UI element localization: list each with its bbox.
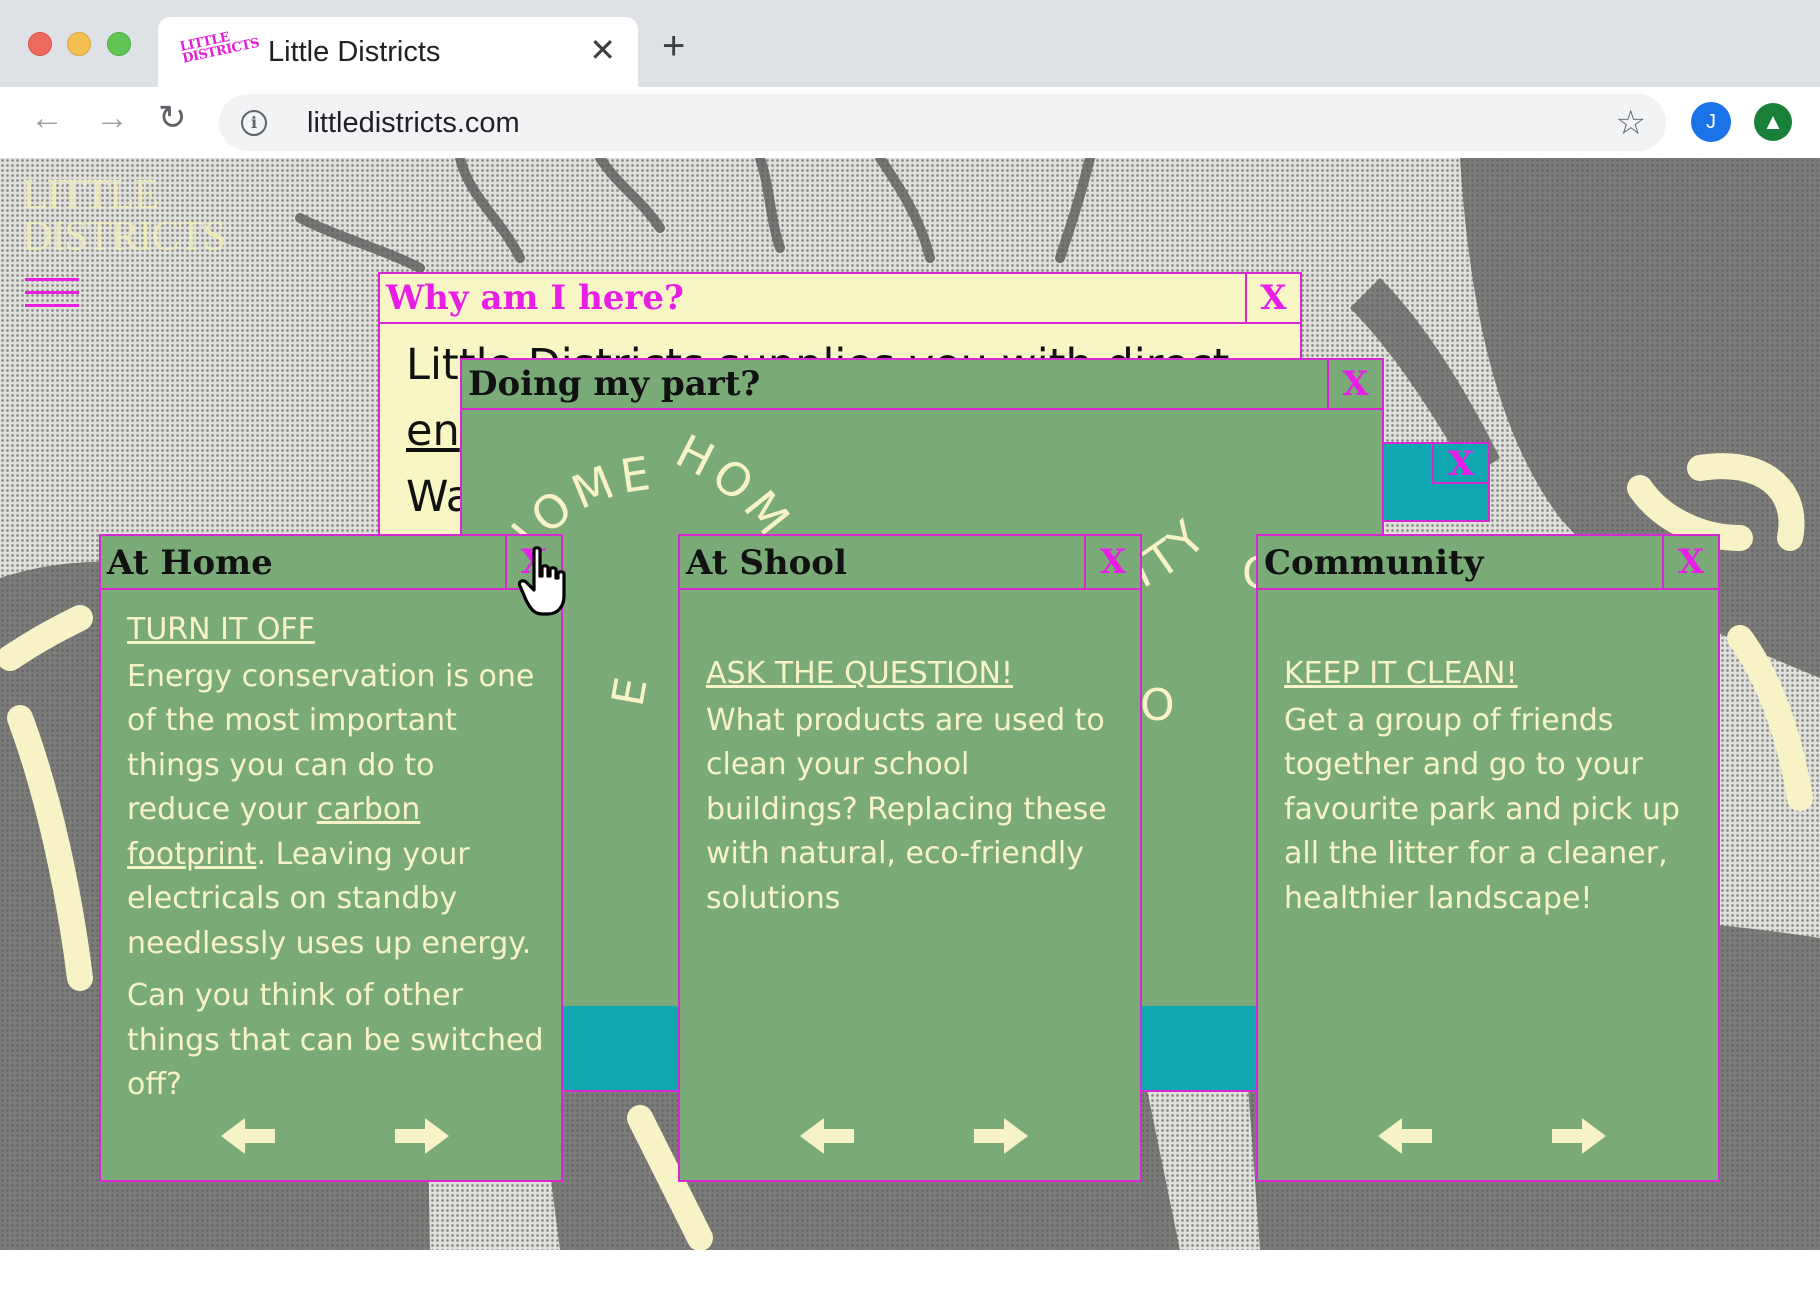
back-arrow-icon[interactable]: ←: [30, 101, 64, 135]
arc-letter-o: O: [1140, 680, 1175, 731]
profile-avatar[interactable]: J: [1691, 102, 1731, 142]
previous-arrow-icon[interactable]: [221, 1118, 275, 1154]
maximize-window-button[interactable]: [107, 32, 131, 56]
community-titlebar[interactable]: Community X: [1258, 536, 1718, 590]
site-favicon-icon: LITTLE DISTRICTS: [178, 29, 261, 67]
svg-text:HOM: HOM: [667, 424, 804, 550]
doing-window-close-button[interactable]: X: [1327, 360, 1382, 408]
at-home-body: TURN IT OFF Energy conservation is one o…: [127, 608, 547, 1108]
at-school-title: At Shool: [686, 543, 847, 583]
close-window-button[interactable]: [28, 32, 52, 56]
hamburger-menu-icon[interactable]: [25, 276, 79, 310]
community-text: Get a group of friends together and go t…: [1284, 702, 1680, 916]
community-heading[interactable]: KEEP IT CLEAN!: [1284, 652, 1704, 697]
next-arrow-icon[interactable]: [395, 1118, 449, 1154]
at-school-card: At Shool X ASK THE QUESTION! What produc…: [678, 534, 1142, 1182]
bookmark-star-icon[interactable]: ☆: [1616, 103, 1646, 143]
new-tab-button[interactable]: +: [662, 26, 685, 66]
why-window-close-button[interactable]: X: [1245, 274, 1300, 322]
at-school-text: What products are used to clean your sch…: [706, 702, 1107, 916]
doing-window-titlebar[interactable]: Doing my part? X: [462, 360, 1382, 410]
community-body: KEEP IT CLEAN! Get a group of friends to…: [1284, 652, 1704, 921]
why-window-titlebar[interactable]: Why am I here? X: [380, 274, 1300, 324]
site-logo-line-1: LITTLE: [22, 172, 159, 218]
previous-arrow-icon[interactable]: [800, 1118, 854, 1154]
previous-arrow-icon[interactable]: [1378, 1118, 1432, 1154]
teal-strip-right: [1142, 1006, 1256, 1090]
community-close-button[interactable]: X: [1662, 536, 1718, 588]
at-home-heading[interactable]: TURN IT OFF: [127, 608, 547, 653]
hidden-window-close-button[interactable]: X: [1432, 444, 1488, 484]
why-window-title: Why am I here?: [386, 278, 684, 318]
hand-pointer-cursor-icon: [518, 546, 566, 616]
arc-letter-e: E: [603, 674, 658, 710]
at-school-body: ASK THE QUESTION! What products are used…: [706, 652, 1126, 921]
url-text[interactable]: littledistricts.com: [307, 107, 520, 140]
browser-tab[interactable]: LITTLE DISTRICTS Little Districts ✕: [158, 17, 638, 87]
hidden-window: X: [1380, 442, 1490, 522]
at-home-card: At Home X TURN IT OFF Energy conservatio…: [99, 534, 563, 1182]
at-home-titlebar[interactable]: At Home X: [101, 536, 561, 590]
next-arrow-icon[interactable]: [974, 1118, 1028, 1154]
extension-icon[interactable]: ▲: [1754, 103, 1792, 141]
at-home-text: Energy conservation is one of the most i…: [127, 655, 547, 967]
tab-close-icon[interactable]: ✕: [589, 31, 616, 69]
browser-tab-bar: LITTLE DISTRICTS Little Districts ✕ +: [0, 0, 1820, 87]
minimize-window-button[interactable]: [67, 32, 91, 56]
at-home-question: Can you think of other things that can b…: [127, 978, 544, 1102]
reload-icon[interactable]: ↻: [158, 101, 187, 135]
doing-window-title: Doing my part?: [468, 364, 761, 404]
at-school-heading[interactable]: ASK THE QUESTION!: [706, 652, 1126, 697]
at-home-title: At Home: [107, 543, 273, 583]
address-bar[interactable]: i littledistricts.com ☆: [219, 94, 1666, 151]
tab-title: Little Districts: [268, 36, 441, 68]
browser-toolbar: ← → ↻ i littledistricts.com ☆ J ▲: [0, 87, 1820, 158]
site-info-icon[interactable]: i: [241, 110, 267, 136]
at-school-close-button[interactable]: X: [1084, 536, 1140, 588]
arc-word-hom: HOM: [667, 424, 798, 550]
forward-arrow-icon[interactable]: →: [95, 101, 129, 135]
site-logo-line-2: DISTRICTS: [22, 214, 226, 260]
at-school-titlebar[interactable]: At Shool X: [680, 536, 1140, 590]
community-title: Community: [1264, 543, 1484, 583]
page-viewport: LITTLE DISTRICTS Why am I here? X Little…: [0, 158, 1820, 1250]
next-arrow-icon[interactable]: [1552, 1118, 1606, 1154]
teal-strip-left: [563, 1006, 678, 1090]
community-card: Community X KEEP IT CLEAN! Get a group o…: [1256, 534, 1720, 1182]
site-logo[interactable]: LITTLE DISTRICTS: [22, 172, 226, 260]
